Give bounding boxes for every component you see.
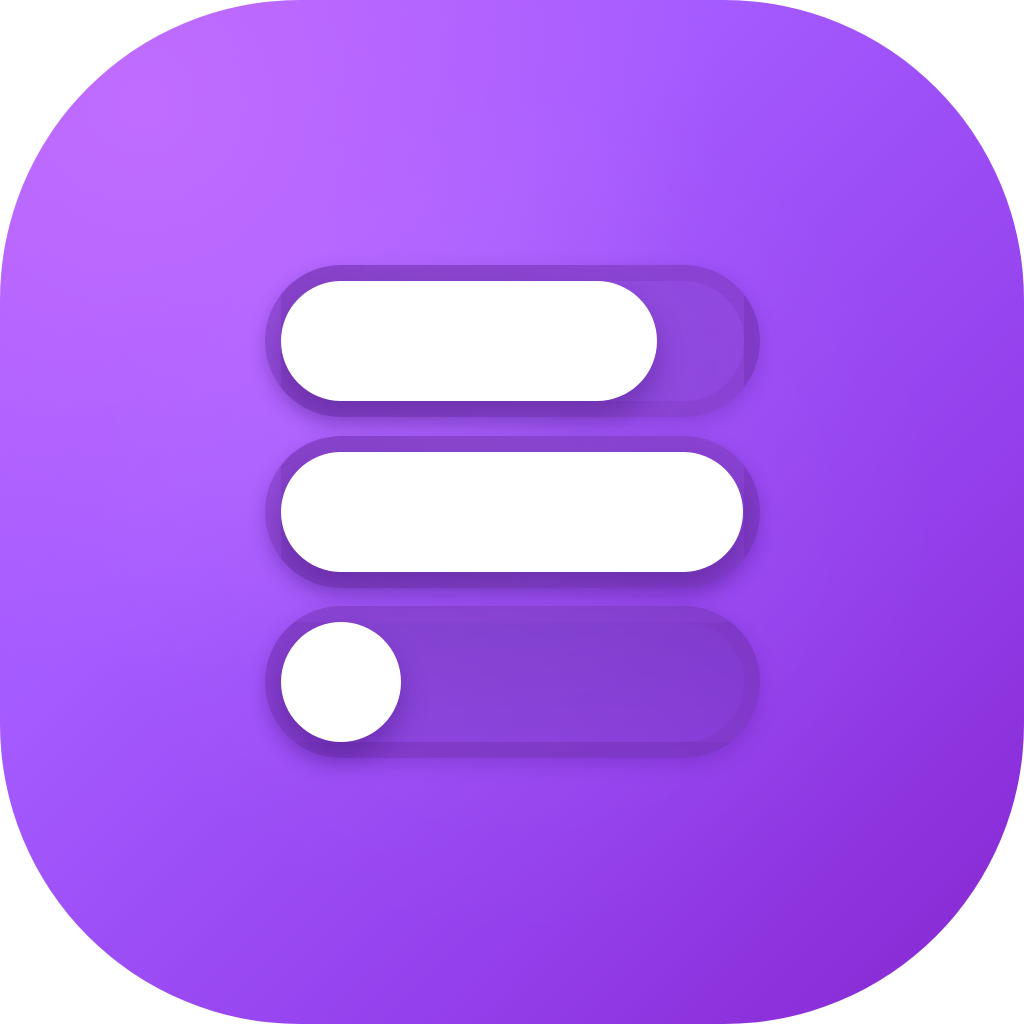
app-icon-background bbox=[0, 0, 1024, 1024]
bar-1-fill bbox=[281, 281, 657, 401]
bar-2-fill bbox=[281, 452, 743, 572]
bar-3-knob bbox=[281, 622, 401, 742]
